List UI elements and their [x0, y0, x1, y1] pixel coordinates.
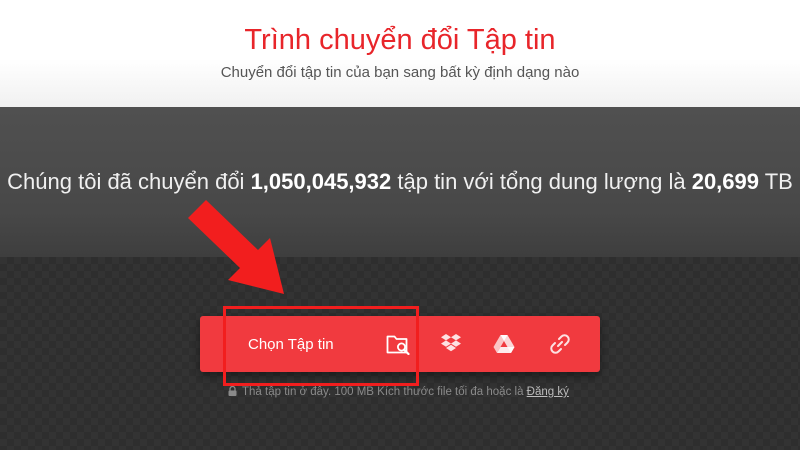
google-drive-icon: [493, 335, 515, 353]
conversion-stats: Chúng tôi đã chuyển đổi 1,050,045,932 tậ…: [0, 169, 800, 195]
total-size: 20,699: [691, 169, 759, 194]
page-subtitle: Chuyển đổi tập tin của bạn sang bất kỳ đ…: [220, 64, 580, 81]
drop-hint-text: Thả tập tin ở đây. 100 MB Kích thước fil…: [242, 386, 527, 398]
google-drive-button[interactable]: [487, 328, 521, 360]
link-icon: [550, 334, 570, 354]
stats-banner: Chúng tôi đã chuyển đổi 1,050,045,932 tậ…: [0, 107, 800, 257]
dropbox-button[interactable]: [434, 328, 468, 360]
stats-middle: tập tin với tổng dung lượng là: [391, 169, 692, 194]
page-title: Trình chuyển đổi Tập tin: [244, 24, 556, 56]
signup-link[interactable]: Đăng ký: [527, 386, 569, 398]
files-count: 1,050,045,932: [250, 169, 392, 194]
url-button[interactable]: [543, 328, 577, 360]
highlight-box: [223, 306, 419, 386]
lock-icon: [228, 386, 237, 396]
page-header: Trình chuyển đổi Tập tin Chuyển đổi tập …: [0, 0, 800, 107]
size-unit: TB: [759, 169, 793, 194]
annotation-arrow: [188, 200, 284, 294]
dropbox-icon: [441, 334, 461, 352]
drop-hint: Thả tập tin ở đây. 100 MB Kích thước fil…: [228, 386, 569, 398]
stats-prefix: Chúng tôi đã chuyển đổi: [7, 169, 251, 194]
